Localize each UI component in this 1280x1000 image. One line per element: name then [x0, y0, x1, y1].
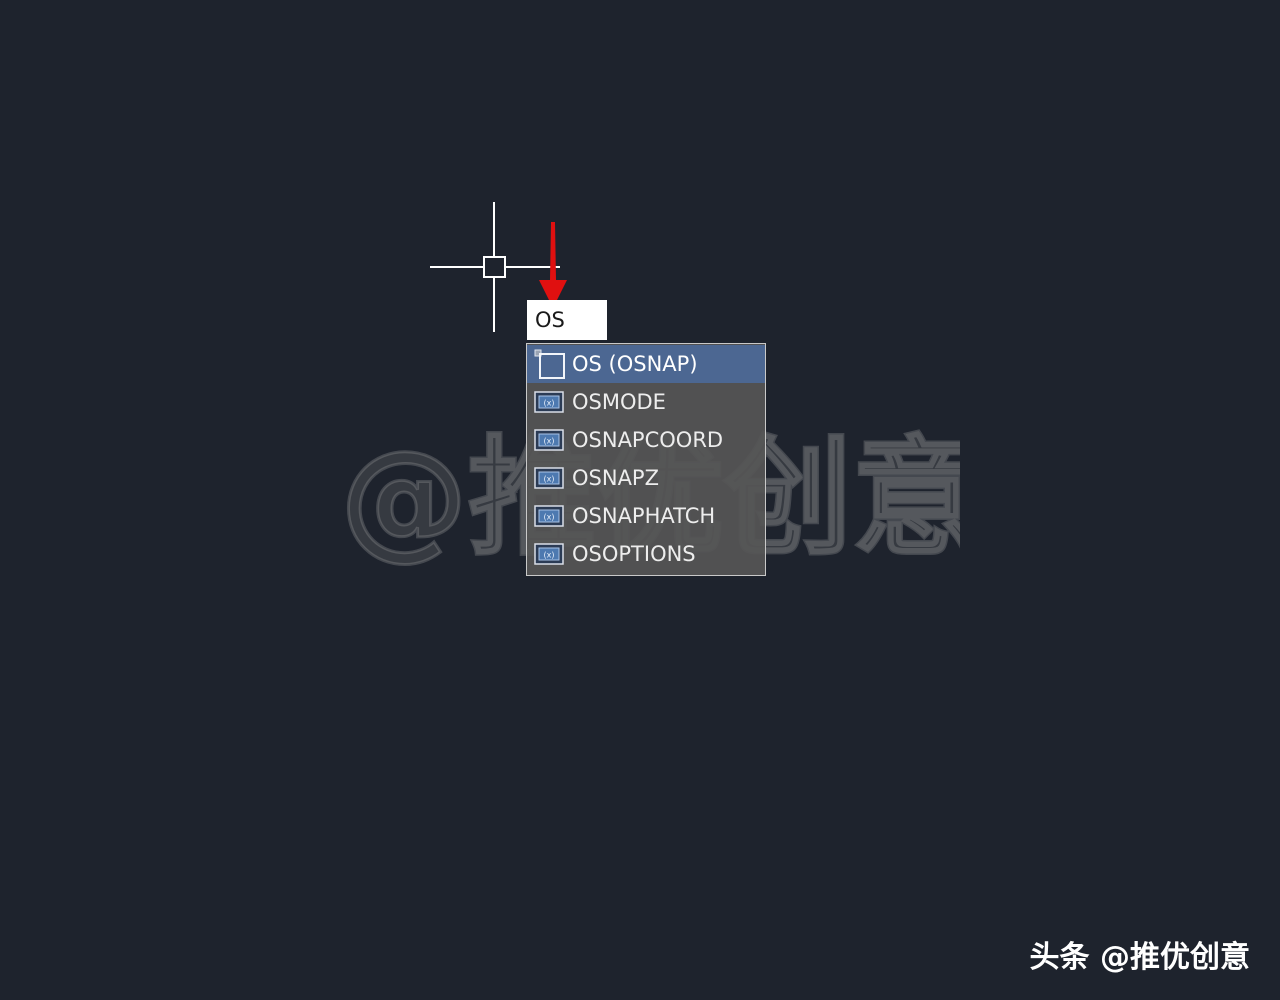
- autocomplete-item-label: OSNAPHATCH: [572, 504, 716, 528]
- autocomplete-item-osnap[interactable]: OS (OSNAP): [527, 345, 765, 383]
- system-variable-icon: (x): [534, 429, 564, 451]
- autocomplete-item-label: OSOPTIONS: [572, 542, 696, 566]
- autocomplete-item-label: OSMODE: [572, 390, 666, 414]
- autocomplete-item-label: OSNAPCOORD: [572, 428, 724, 452]
- system-variable-icon: (x): [534, 505, 564, 527]
- autocomplete-item-label: OSNAPZ: [572, 466, 659, 490]
- command-autocomplete-list: OS (OSNAP) (x) OSMODE (x) OSNAPCOORD (x): [526, 343, 766, 576]
- system-variable-icon: (x): [534, 391, 564, 413]
- source-credit-watermark: 头条 @推优创意: [1029, 940, 1250, 975]
- svg-text:(x): (x): [544, 475, 555, 484]
- autocomplete-item-osmode[interactable]: (x) OSMODE: [527, 383, 765, 421]
- autocomplete-item-label: OS (OSNAP): [572, 352, 698, 376]
- autocomplete-item-osoptions[interactable]: (x) OSOPTIONS: [527, 535, 765, 573]
- drawing-canvas[interactable]: @推优创意 OS OS (OSNAP) (x) OSMODE: [0, 0, 1280, 1000]
- autocomplete-item-osnapcoord[interactable]: (x) OSNAPCOORD: [527, 421, 765, 459]
- system-variable-icon: (x): [534, 543, 564, 565]
- svg-text:(x): (x): [544, 551, 555, 560]
- svg-text:(x): (x): [544, 399, 555, 408]
- svg-text:(x): (x): [544, 513, 555, 522]
- svg-text:(x): (x): [544, 437, 555, 446]
- osnap-command-icon: [534, 349, 565, 379]
- autocomplete-item-osnapz[interactable]: (x) OSNAPZ: [527, 459, 765, 497]
- command-input[interactable]: OS: [527, 300, 607, 340]
- annotation-arrow-icon: [539, 222, 567, 308]
- system-variable-icon: (x): [534, 467, 564, 489]
- autocomplete-item-osnaphatch[interactable]: (x) OSNAPHATCH: [527, 497, 765, 535]
